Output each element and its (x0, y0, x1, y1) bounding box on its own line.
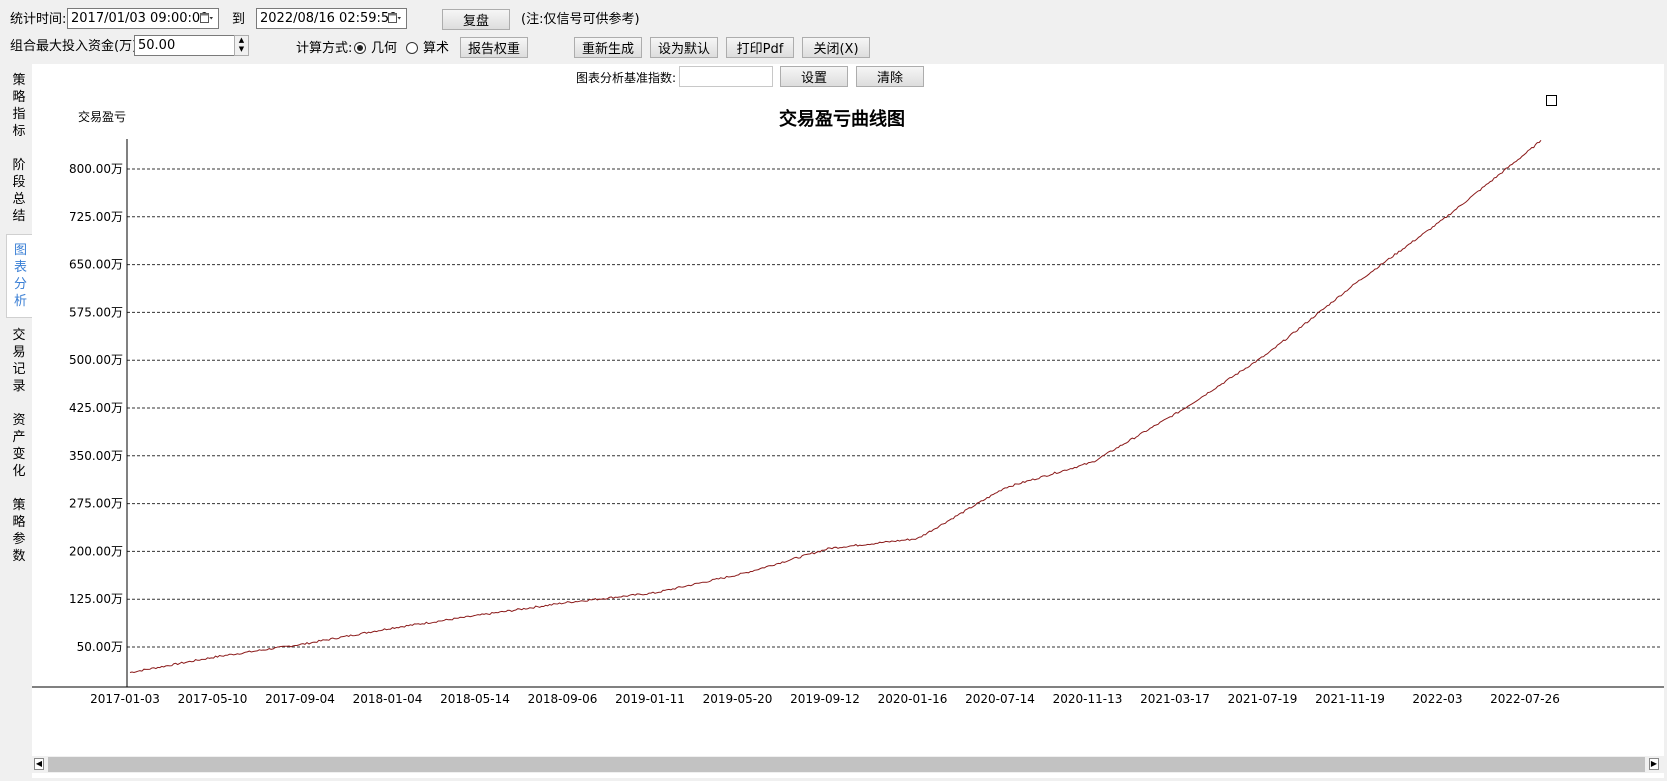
y-axis-label: 交易盈亏 (78, 109, 126, 124)
set-default-button[interactable]: 设为默认 (650, 37, 718, 58)
y-tick-label: 125.00万 (69, 592, 123, 606)
calc-geometric-radio[interactable] (354, 42, 366, 54)
tab-asset-changes[interactable]: 资产变化 (6, 412, 32, 480)
x-tick-label: 2018-09-06 (528, 692, 598, 706)
note-text: (注:仅信号可供参考) (521, 12, 640, 27)
spin-up-icon[interactable]: ▲ (235, 36, 248, 45)
tab-chart-analysis[interactable]: 图表分析 (6, 234, 34, 318)
stat-time-label: 统计时间: (10, 12, 67, 27)
tab-label: 阶段总结 (12, 158, 26, 224)
x-tick-label: 2018-05-14 (440, 692, 510, 706)
x-tick-label: 2020-01-16 (878, 692, 948, 706)
regenerate-button[interactable]: 重新生成 (574, 37, 642, 58)
x-tick-label: 2019-09-12 (790, 692, 860, 706)
y-tick-label: 275.00万 (69, 497, 123, 511)
max-fund-stepper[interactable]: ▲ ▼ (234, 35, 249, 56)
clear-benchmark-button[interactable]: 清除 (856, 66, 924, 87)
benchmark-input[interactable] (679, 66, 773, 87)
max-fund-label: 组合最大投入资金(万): (10, 39, 142, 54)
calendar-dropdown-icon[interactable] (388, 12, 401, 25)
tab-label: 资产变化 (12, 413, 26, 479)
tab-label: 策略指标 (12, 73, 26, 139)
x-tick-label: 2017-05-10 (178, 692, 248, 706)
scrollbar-thumb[interactable] (48, 757, 1645, 772)
spin-down-icon[interactable]: ▼ (235, 45, 248, 54)
x-tick-label: 2017-01-03 (90, 692, 160, 706)
x-tick-label: 2019-05-20 (703, 692, 773, 706)
y-tick-label: 200.00万 (69, 544, 123, 558)
calc-arithmetic-label[interactable]: 算术 (423, 41, 449, 57)
to-label: 到 (232, 12, 246, 27)
max-fund-input[interactable]: 50.00 (134, 35, 236, 56)
x-tick-label: 2021-11-19 (1315, 692, 1385, 706)
x-tick-label: 2018-01-04 (353, 692, 423, 706)
series-line (129, 139, 1542, 674)
x-tick-label: 2021-07-19 (1228, 692, 1298, 706)
x-tick-label: 2020-07-14 (965, 692, 1035, 706)
calc-method-label: 计算方式: (296, 41, 353, 56)
y-tick-label: 725.00万 (69, 210, 123, 224)
y-tick-label: 800.00万 (69, 162, 123, 176)
tab-trade-records[interactable]: 交易记录 (6, 327, 32, 395)
end-date-picker[interactable]: 2022/08/16 02:59:59 (256, 8, 407, 29)
y-tick-label: 350.00万 (69, 449, 123, 463)
y-tick-label: 50.00万 (77, 640, 123, 654)
tab-label: 图表分析 (13, 243, 27, 309)
benchmark-label: 图表分析基准指数: (576, 71, 677, 85)
x-tick-label: 2022-03 (1412, 692, 1462, 706)
tab-stage-summary[interactable]: 阶段总结 (6, 157, 32, 225)
y-tick-label: 500.00万 (69, 353, 123, 367)
end-date-value: 2022/08/16 02:59:59 (260, 11, 398, 26)
scroll-left-icon[interactable]: ◀ (34, 758, 44, 770)
y-tick-label: 650.00万 (69, 258, 123, 272)
tab-label: 策略参数 (12, 498, 26, 564)
start-date-value: 2017/01/03 09:00:00 (71, 11, 209, 26)
tab-strategy-metrics[interactable]: 策略指标 (6, 72, 32, 140)
x-tick-label: 2020-11-13 (1053, 692, 1123, 706)
report-weight-button[interactable]: 报告权重 (460, 37, 528, 58)
scroll-right-icon[interactable]: ▶ (1649, 758, 1659, 770)
x-tick-label: 2022-07-26 (1490, 692, 1560, 706)
calc-arithmetic-radio[interactable] (406, 42, 418, 54)
calendar-dropdown-icon[interactable] (200, 12, 213, 25)
y-tick-label: 425.00万 (69, 401, 123, 415)
pnl-line-chart: 交易盈亏曲线图 交易盈亏 50.00万 125.00万 200.00万 275.00万… (32, 108, 1664, 706)
tab-strategy-params[interactable]: 策略参数 (6, 497, 32, 565)
horizontal-scrollbar[interactable]: ◀ ▶ (32, 756, 1664, 773)
tab-label: 交易记录 (12, 328, 26, 394)
start-date-picker[interactable]: 2017/01/03 09:00:00 (67, 8, 219, 29)
x-tick-label: 2021-03-17 (1140, 692, 1210, 706)
calc-geometric-label[interactable]: 几何 (371, 41, 397, 57)
x-tick-label: 2017-09-04 (265, 692, 335, 706)
x-tick-label: 2019-01-11 (615, 692, 685, 706)
close-button[interactable]: 关闭(X) (802, 37, 870, 58)
chart-title: 交易盈亏曲线图 (779, 108, 905, 130)
print-pdf-button[interactable]: 打印Pdf (726, 37, 794, 58)
replay-button[interactable]: 复盘 (442, 9, 510, 30)
set-benchmark-button[interactable]: 设置 (780, 66, 848, 87)
y-tick-label: 575.00万 (69, 305, 123, 319)
